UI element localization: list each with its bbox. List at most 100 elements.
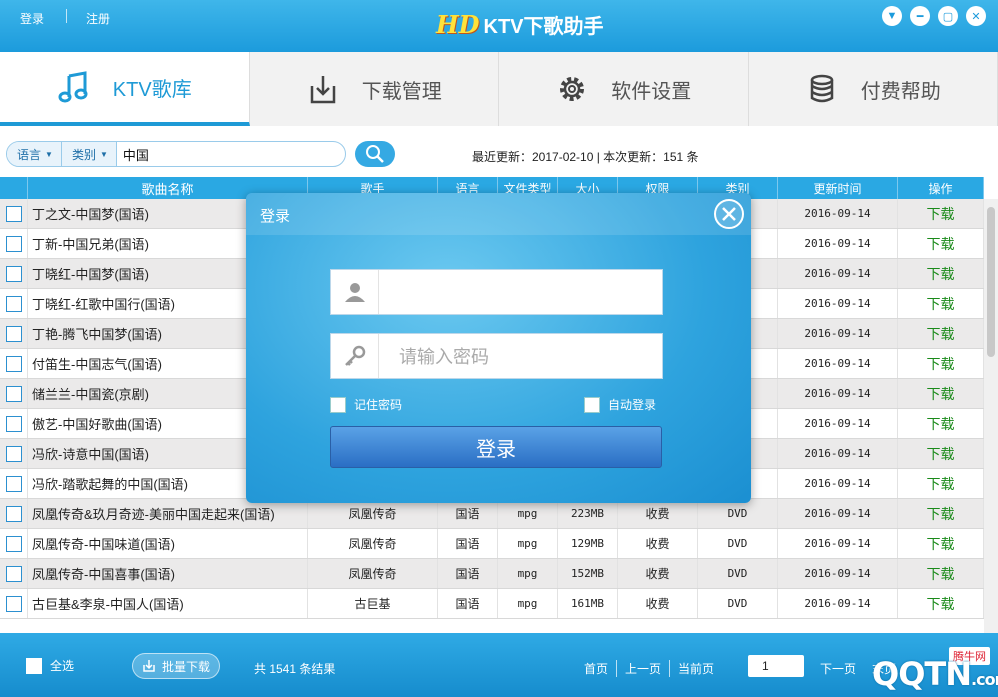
category-dropdown[interactable]: 类别 ▼	[61, 142, 117, 166]
row-checkbox[interactable]	[5, 565, 22, 582]
scrollbar-thumb[interactable]	[987, 207, 995, 357]
download-link[interactable]: 下载	[927, 414, 955, 434]
permission-cell: 收费	[618, 529, 698, 558]
remember-password-label: 记住密码	[354, 398, 403, 412]
maximize-icon[interactable]: ▢	[938, 6, 958, 26]
search-box: 语言 ▼ 类别 ▼ 中国	[6, 141, 346, 167]
prev-page-link[interactable]: 上一页	[617, 660, 671, 677]
update-date-cell: 2016-09-14	[778, 229, 898, 258]
language-cell: 国语	[438, 589, 498, 618]
search-button[interactable]	[355, 141, 395, 167]
login-button[interactable]: 登录	[330, 426, 662, 468]
row-checkbox-cell	[0, 259, 28, 288]
close-icon[interactable]	[714, 199, 744, 229]
menu-down-icon[interactable]: ▼	[882, 6, 902, 26]
download-link[interactable]: 下载	[927, 594, 955, 614]
action-cell: 下载	[898, 559, 984, 588]
row-checkbox-cell	[0, 589, 28, 618]
tab-download-manager[interactable]: 下载管理	[249, 52, 499, 126]
app-title: KTV下歌助手	[483, 16, 604, 38]
tab-ktv-library[interactable]: KTV歌库	[0, 52, 250, 126]
table-row[interactable]: 凤凰传奇-中国味道(国语) 凤凰传奇 国语 mpg 129MB 收费 DVD 2016-09-…	[0, 529, 984, 559]
download-link[interactable]: 下载	[927, 294, 955, 314]
row-checkbox[interactable]	[5, 295, 22, 312]
action-cell: 下载	[898, 439, 984, 468]
row-checkbox[interactable]	[5, 505, 22, 522]
download-link[interactable]: 下载	[927, 354, 955, 374]
download-link[interactable]: 下载	[927, 204, 955, 224]
row-checkbox[interactable]	[5, 535, 22, 552]
login-dialog: 登录 请输入密码 记住密码 自动登录 登录	[246, 193, 751, 503]
title-bar: 登录 注册 HD KTV下歌助手 ▼ ━ ▢ ✕	[0, 0, 998, 52]
update-date-cell: 2016-09-14	[778, 409, 898, 438]
update-date-cell: 2016-09-14	[778, 379, 898, 408]
select-all-label: 全选	[50, 659, 75, 673]
download-link[interactable]: 下载	[927, 474, 955, 494]
tab-payment-help[interactable]: 付费帮助	[748, 52, 998, 126]
download-link[interactable]: 下载	[927, 444, 955, 464]
minimize-icon[interactable]: ━	[910, 6, 930, 26]
row-checkbox[interactable]	[5, 265, 22, 282]
download-link[interactable]: 下载	[927, 504, 955, 524]
divider	[66, 9, 67, 23]
download-link[interactable]: 下载	[927, 264, 955, 284]
download-link[interactable]: 下载	[927, 564, 955, 584]
remember-password-checkbox[interactable]	[330, 396, 346, 413]
action-cell: 下载	[898, 319, 984, 348]
download-link[interactable]: 下载	[927, 324, 955, 344]
update-date-cell: 2016-09-14	[778, 559, 898, 588]
row-checkbox[interactable]	[5, 235, 22, 252]
row-checkbox[interactable]	[5, 445, 22, 462]
song-name-cell: 古巨基&李泉-中国人(国语)	[28, 589, 308, 618]
search-input[interactable]: 中国	[117, 145, 149, 164]
category-cell: DVD	[698, 559, 778, 588]
login-link[interactable]: 登录	[20, 10, 44, 27]
row-checkbox-cell	[0, 199, 28, 228]
page-number-input[interactable]: 1	[748, 655, 804, 677]
file-type-cell: mpg	[498, 499, 558, 528]
first-page-link[interactable]: 首页	[576, 660, 618, 677]
update-date-cell: 2016-09-14	[778, 439, 898, 468]
remember-password[interactable]: 记住密码	[330, 396, 402, 413]
table-row[interactable]: 凤凰传奇&玖月奇迹-美丽中国走起来(国语) 凤凰传奇 国语 mpg 223MB 收费 DVD…	[0, 499, 984, 529]
table-row[interactable]: 凤凰传奇-中国喜事(国语) 凤凰传奇 国语 mpg 152MB 收费 DVD 2016-09-…	[0, 559, 984, 589]
select-all-checkbox[interactable]	[26, 657, 42, 674]
row-checkbox[interactable]	[5, 325, 22, 342]
row-checkbox-cell	[0, 229, 28, 258]
update-date-cell: 2016-09-14	[778, 529, 898, 558]
table-row[interactable]: 古巨基&李泉-中国人(国语) 古巨基 国语 mpg 161MB 收费 DVD 2016-09-…	[0, 589, 984, 619]
music-note-icon	[58, 71, 88, 103]
update-date-cell: 2016-09-14	[778, 499, 898, 528]
password-input[interactable]: 请输入密码	[379, 343, 489, 369]
download-link[interactable]: 下载	[927, 384, 955, 404]
size-cell: 129MB	[558, 529, 618, 558]
row-checkbox[interactable]	[5, 385, 22, 402]
download-link[interactable]: 下载	[927, 534, 955, 554]
update-date-cell: 2016-09-14	[778, 589, 898, 618]
auto-login-checkbox[interactable]	[584, 396, 600, 413]
next-page-link[interactable]: 下一页	[812, 660, 864, 677]
auto-login[interactable]: 自动登录	[584, 396, 656, 413]
row-checkbox[interactable]	[5, 415, 22, 432]
username-field[interactable]	[330, 269, 663, 315]
password-field[interactable]: 请输入密码	[330, 333, 663, 379]
download-link[interactable]: 下载	[927, 234, 955, 254]
language-dropdown[interactable]: 语言 ▼	[7, 142, 62, 166]
row-checkbox[interactable]	[5, 205, 22, 222]
tab-label: 下载管理	[361, 80, 442, 103]
category-cell: DVD	[698, 499, 778, 528]
column-header[interactable]: 更新时间	[778, 177, 898, 199]
site-watermark: 腾牛网 QQTN.com	[872, 643, 998, 693]
close-icon[interactable]: ✕	[966, 6, 986, 26]
permission-cell: 收费	[618, 589, 698, 618]
select-all[interactable]: 全选	[26, 657, 74, 674]
batch-download-button[interactable]: 批量下载	[132, 653, 220, 679]
row-checkbox-cell	[0, 559, 28, 588]
row-checkbox[interactable]	[5, 595, 22, 612]
row-checkbox[interactable]	[5, 475, 22, 492]
tab-settings[interactable]: 软件设置	[499, 52, 749, 126]
row-checkbox[interactable]	[5, 355, 22, 372]
register-link[interactable]: 注册	[86, 10, 110, 27]
download-icon	[310, 76, 335, 104]
vertical-scrollbar[interactable]	[984, 199, 998, 633]
